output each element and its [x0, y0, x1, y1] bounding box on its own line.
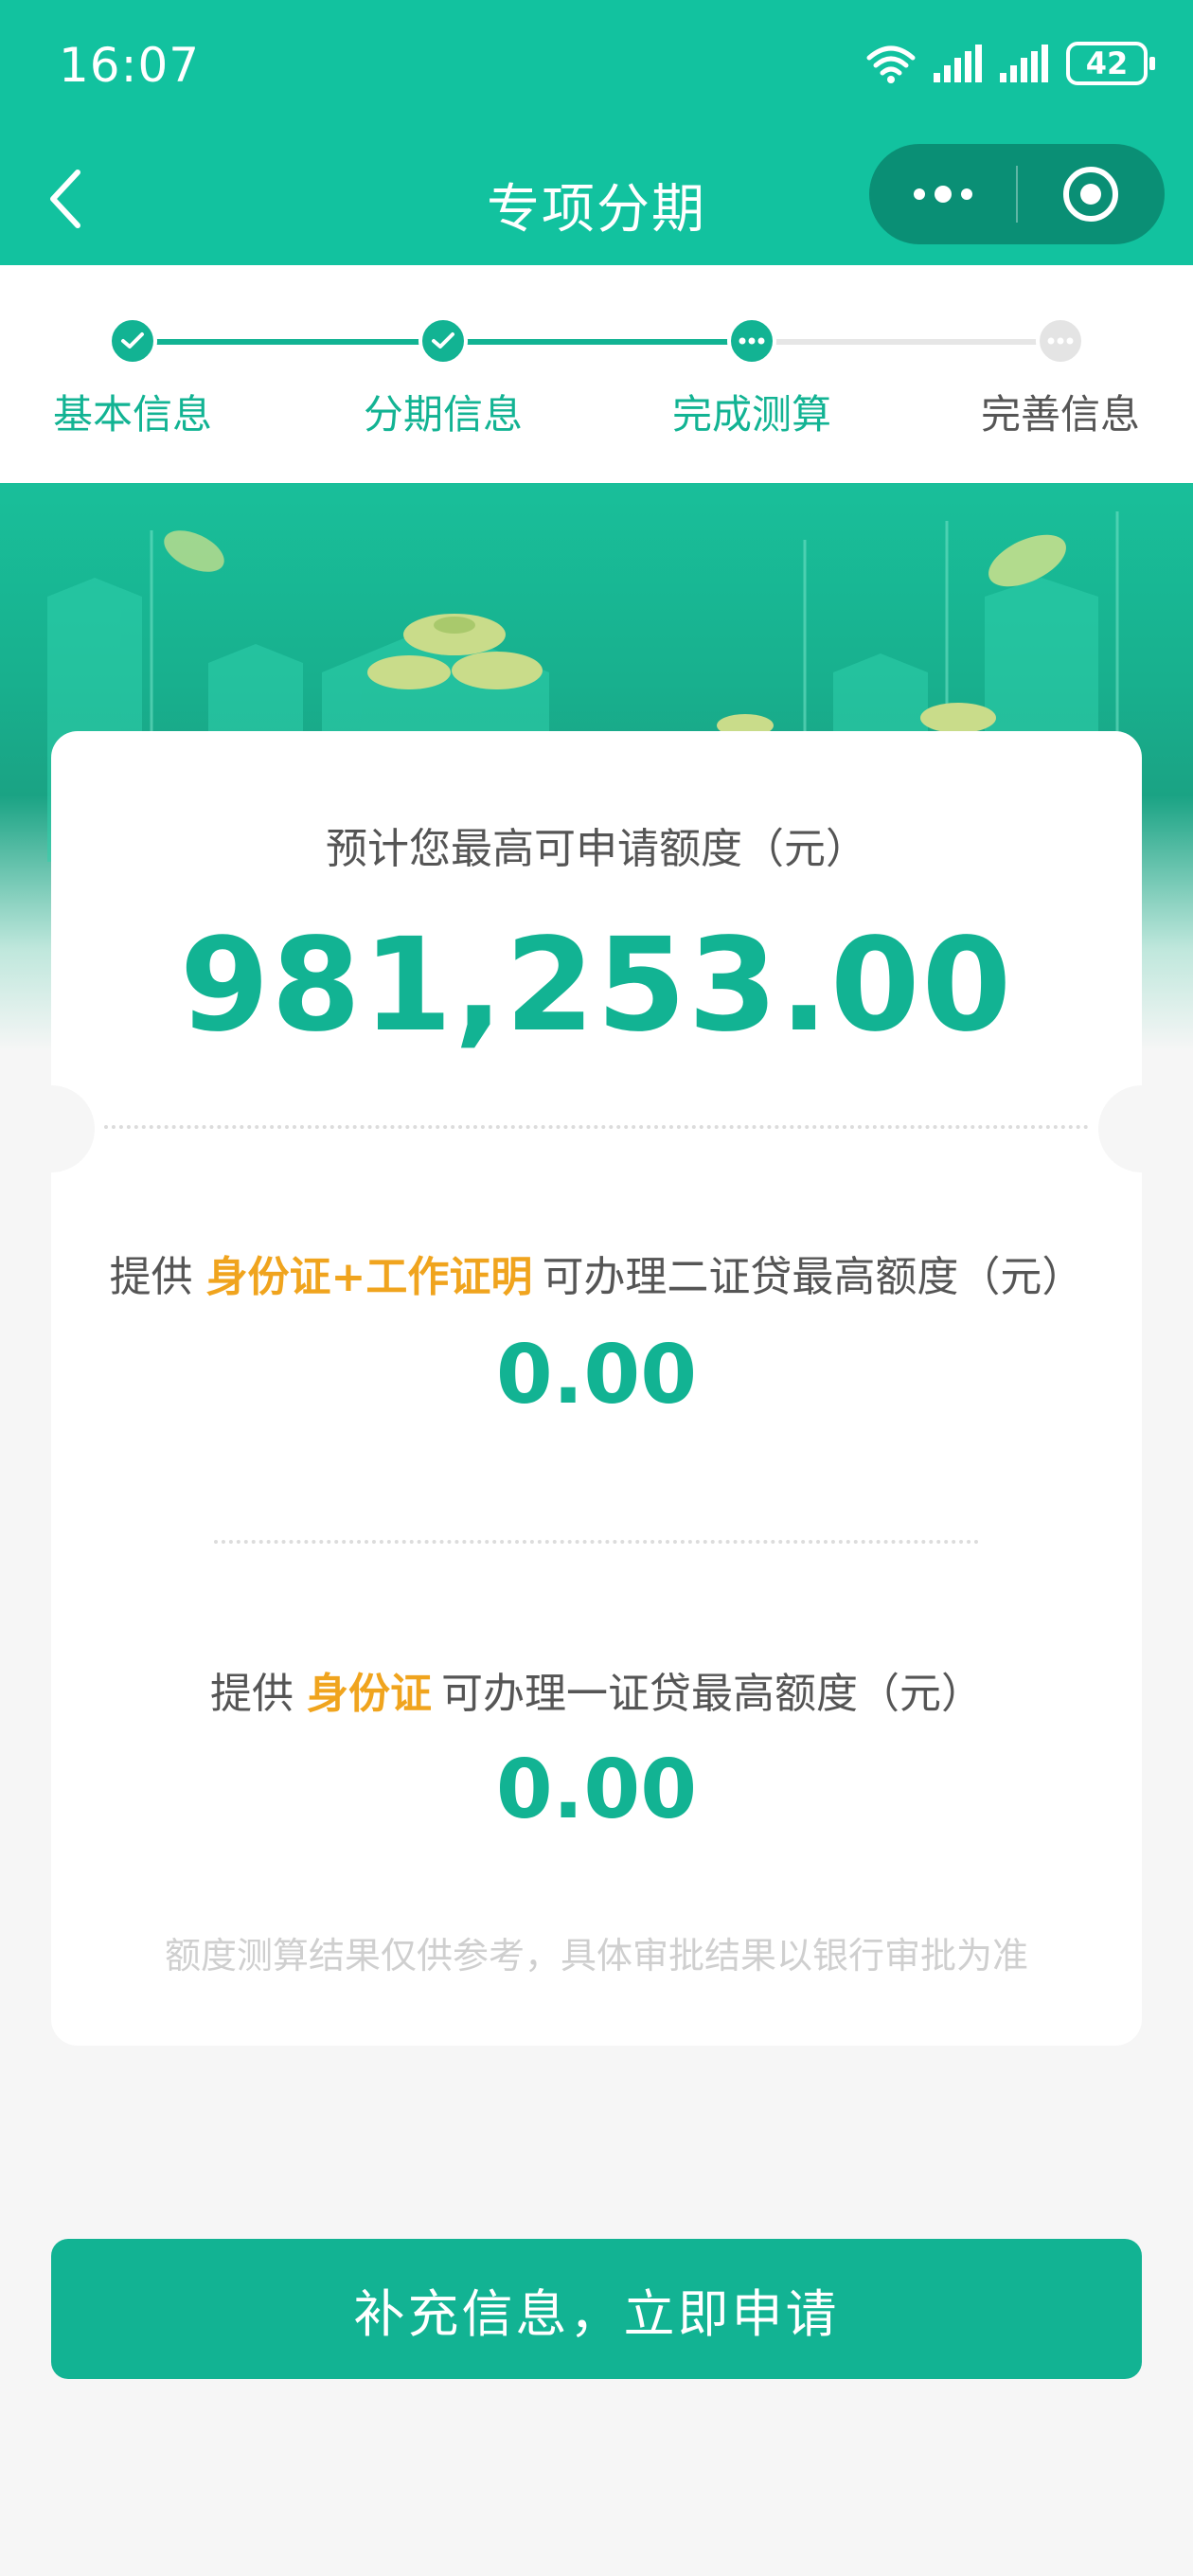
card-notch-left [8, 1085, 95, 1172]
one-doc-prefix: 提供 [210, 1670, 294, 1718]
step-label: 分期信息 [363, 391, 523, 438]
nav-bar: 专项分期 [0, 133, 1193, 265]
checkmark-icon [121, 332, 144, 349]
two-doc-suffix: 可办理二证贷最高额度（元） [542, 1253, 1084, 1301]
step-label: 基本信息 [52, 391, 212, 438]
max-limit-label: 预计您最高可申请额度（元） [326, 825, 867, 873]
apply-now-button[interactable]: 补充信息，立即申请 [51, 2239, 1142, 2379]
signal-icon-2 [1000, 45, 1048, 82]
ellipsis-icon [739, 337, 765, 345]
one-doc-suffix: 可办理一证贷最高额度（元） [441, 1670, 983, 1718]
step-todo-dot [1036, 316, 1085, 366]
one-doc-loan-label: 提供 身份证 可办理一证贷最高额度（元） [51, 1659, 1142, 1720]
step-done-dot [418, 316, 468, 366]
card-notch-right [1098, 1085, 1185, 1172]
status-icons: 42 [865, 42, 1155, 85]
wifi-icon [866, 45, 916, 83]
checkmark-icon [432, 332, 454, 349]
step-calculation: 完成测算 [638, 316, 865, 440]
progress-stepper: 基本信息 分期信息 完成测算 完善信息 [0, 265, 1193, 483]
more-dots-icon [913, 186, 972, 203]
divider-dotted [214, 1540, 979, 1544]
signal-icon [934, 45, 982, 82]
two-doc-prefix: 提供 [109, 1253, 193, 1301]
step-label: 完善信息 [980, 391, 1140, 438]
disclaimer-text: 额度测算结果仅供参考，具体审批结果以银行审批为准 [164, 1935, 1028, 1977]
step-complete-info: 完善信息 [947, 316, 1174, 440]
two-doc-loan-label: 提供 身份证+工作证明 可办理二证贷最高额度（元） [51, 1243, 1142, 1303]
two-doc-loan-amount: 0.00 [495, 1328, 698, 1422]
max-limit-amount: 981,253.00 [179, 911, 1014, 1061]
two-doc-required-docs: 身份证+工作证明 [205, 1253, 533, 1301]
step-basic-info: 基本信息 [19, 316, 246, 440]
step-label: 完成测算 [671, 391, 831, 438]
one-doc-loan-amount: 0.00 [495, 1743, 698, 1837]
one-doc-required-docs: 身份证 [307, 1670, 432, 1718]
divider-dotted [104, 1125, 1089, 1129]
step-current-dot [727, 316, 776, 366]
calculation-result-card: 预计您最高可申请额度（元） 981,253.00 提供 身份证+工作证明 可办理二证… [8, 731, 1185, 2046]
target-close-icon [1063, 167, 1119, 222]
step-done-dot [108, 316, 157, 366]
page: 16:07 42 专项分期 基本信息 分期信息 完成测算 完善信息 预计您最高可… [0, 0, 1193, 2576]
mini-program-capsule [869, 144, 1165, 244]
ellipsis-icon [1047, 337, 1074, 345]
status-bar: 16:07 42 [0, 0, 1193, 133]
step-installment-info: 分期信息 [329, 316, 557, 440]
status-time: 16:07 [59, 38, 201, 93]
more-button[interactable] [869, 144, 1016, 244]
battery-indicator: 42 [1066, 42, 1155, 85]
close-program-button[interactable] [1018, 144, 1165, 244]
